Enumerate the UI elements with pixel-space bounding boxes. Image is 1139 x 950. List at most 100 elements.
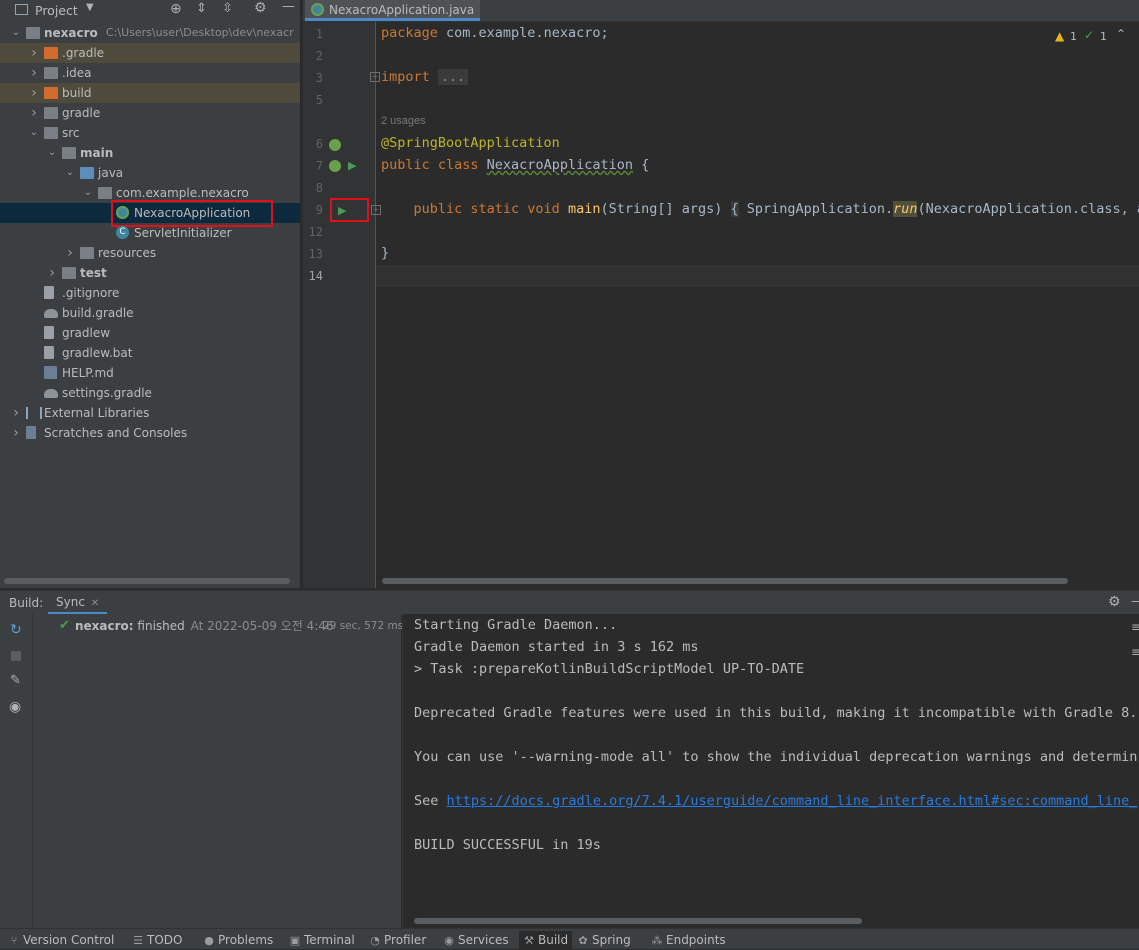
- editor-horizontal-scrollbar[interactable]: [382, 578, 1068, 584]
- tree-item[interactable]: › test: [0, 263, 300, 283]
- console-horizontal-scrollbar[interactable]: [414, 918, 862, 924]
- spring-bean-icon[interactable]: [329, 160, 341, 172]
- fold-brace[interactable]: {: [730, 201, 739, 217]
- expand-all-icon[interactable]: ⇕: [196, 1, 207, 16]
- warning-count: 1: [1070, 30, 1077, 43]
- eye-icon[interactable]: ◉: [9, 699, 21, 715]
- project-horizontal-scrollbar[interactable]: [4, 578, 290, 584]
- chevron-right-icon[interactable]: ›: [28, 83, 40, 103]
- chevron-right-icon[interactable]: ›: [28, 103, 40, 123]
- fold-icon[interactable]: +: [371, 205, 381, 215]
- tree-item[interactable]: › Scratches and Consoles: [0, 423, 300, 443]
- console-see-line: See https://docs.gradle.org/7.4.1/usergu…: [414, 793, 1137, 809]
- run-icon-highlight-box: [330, 198, 369, 222]
- chevron-right-icon[interactable]: ›: [28, 63, 40, 83]
- gear-icon[interactable]: ⚙: [254, 0, 267, 16]
- chevron-up-icon[interactable]: ⌃: [1116, 27, 1126, 41]
- tab-sync[interactable]: Sync ✕: [48, 591, 108, 615]
- rerun-icon[interactable]: ↻: [10, 622, 22, 638]
- chevron-right-icon[interactable]: ›: [28, 43, 40, 63]
- build-result: BUILD SUCCESSFUL in 19s: [414, 837, 601, 853]
- tool-window-profiler[interactable]: ◔ Profiler: [369, 931, 426, 949]
- tree-item[interactable]: ⌄ main: [0, 143, 300, 163]
- tool-window-version-control[interactable]: ⑂ Version Control: [8, 931, 115, 949]
- run-class-icon[interactable]: ▶: [348, 159, 356, 172]
- warning-icon[interactable]: ▲: [1055, 29, 1064, 43]
- import-fold[interactable]: ...: [437, 69, 469, 85]
- console-line: You can use '--warning-mode all' to show…: [414, 749, 1138, 765]
- source-folder-icon: [80, 167, 94, 179]
- docs-link[interactable]: https://docs.gradle.org/7.4.1/userguide/…: [447, 793, 1138, 809]
- spring-bean-icon[interactable]: [329, 139, 341, 151]
- code-line-13: }: [381, 245, 389, 261]
- tree-item-label: build: [62, 86, 92, 100]
- tool-window-problems[interactable]: ● Problems: [203, 931, 273, 949]
- minimize-icon[interactable]: —: [282, 0, 295, 14]
- chevron-right-icon[interactable]: ›: [10, 403, 22, 423]
- tree-item[interactable]: NexacroApplication: [0, 200, 300, 227]
- tool-window-todo[interactable]: ☰ TODO: [132, 931, 182, 949]
- minimize-icon[interactable]: —: [1131, 594, 1139, 609]
- close-icon[interactable]: ✕: [91, 598, 99, 609]
- dropdown-icon[interactable]: ▼: [86, 2, 94, 13]
- tab-nexacro-application[interactable]: NexacroApplication.java: [305, 0, 481, 21]
- tree-item-label: gradlew: [62, 326, 111, 340]
- tree-item[interactable]: › gradle: [0, 103, 300, 123]
- check-icon[interactable]: ✓: [1084, 28, 1094, 42]
- tree-item[interactable]: settings.gradle: [0, 383, 300, 403]
- chevron-down-icon[interactable]: ⌄: [64, 163, 76, 183]
- tree-item[interactable]: › External Libraries: [0, 403, 300, 423]
- tool-window-terminal[interactable]: ▣ Terminal: [289, 931, 355, 949]
- project-view-title[interactable]: Project: [35, 3, 78, 18]
- spring-icon: ✿: [578, 934, 588, 947]
- tree-item[interactable]: gradlew: [0, 323, 300, 343]
- tree-item[interactable]: C ServletInitializer: [0, 223, 300, 243]
- console-see-prefix: See: [414, 793, 447, 809]
- tree-item[interactable]: › .idea: [0, 63, 300, 83]
- code-editor[interactable]: [303, 22, 1139, 588]
- folder-icon: [44, 127, 58, 139]
- tree-item[interactable]: gradlew.bat: [0, 343, 300, 363]
- build-toolbar: ↻ ✎ ◉: [0, 614, 33, 928]
- build-panel-header: Build: Sync ✕ ⚙ —: [0, 590, 1139, 615]
- gradle-icon: [44, 309, 58, 318]
- tool-window-services[interactable]: ◉ Services: [443, 931, 508, 949]
- tree-item[interactable]: ⌄ src: [0, 123, 300, 143]
- chevron-down-icon[interactable]: ⌄: [82, 183, 94, 203]
- chevron-right-icon[interactable]: ›: [64, 243, 76, 263]
- tool-window-spring[interactable]: ✿ Spring: [577, 931, 630, 949]
- chevron-down-icon[interactable]: ⌄: [28, 123, 40, 143]
- chevron-down-icon[interactable]: ⌄: [46, 143, 58, 163]
- gradle-icon: [44, 389, 58, 398]
- pin-icon[interactable]: ✎: [10, 673, 21, 688]
- chevron-down-icon[interactable]: ⌄: [10, 23, 22, 43]
- target-icon[interactable]: ⊕: [170, 1, 182, 17]
- console-line: Gradle Daemon started in 3 s 162 ms: [414, 639, 699, 655]
- tree-item-label: gradlew.bat: [62, 346, 133, 360]
- stop-icon[interactable]: [11, 651, 21, 661]
- tool-window-build[interactable]: ⚒ Build: [519, 931, 573, 949]
- profiler-icon: ◔: [370, 934, 380, 947]
- package-icon: [98, 187, 112, 199]
- build-tree-item[interactable]: ✔ nexacro: finished At 2022-05-09 오전 4:4…: [33, 616, 403, 636]
- tree-item[interactable]: build.gradle: [0, 303, 300, 323]
- tree-item[interactable]: HELP.md: [0, 363, 300, 383]
- chevron-right-icon[interactable]: ›: [46, 263, 58, 283]
- tree-item[interactable]: › build: [0, 83, 300, 103]
- tree-item[interactable]: › resources: [0, 243, 300, 263]
- tree-item-label: main: [80, 146, 114, 160]
- scroll-to-end-icon[interactable]: ≡: [1131, 645, 1139, 659]
- collapse-all-icon[interactable]: ⇳: [222, 1, 233, 16]
- tree-item[interactable]: › .gradle: [0, 43, 300, 63]
- fold-icon[interactable]: +: [370, 72, 380, 82]
- keyword: package: [381, 25, 438, 41]
- tree-item[interactable]: ⌄ nexacro C:\Users\user\Desktop\dev\nexacr: [0, 23, 300, 43]
- tree-item[interactable]: .gitignore: [0, 283, 300, 303]
- gear-icon[interactable]: ⚙: [1108, 594, 1121, 610]
- soft-wrap-icon[interactable]: ≡: [1131, 620, 1139, 634]
- usages-hint[interactable]: 2 usages: [381, 115, 426, 127]
- tree-item[interactable]: ⌄ java: [0, 163, 300, 183]
- hammer-icon: ⚒: [524, 934, 534, 947]
- chevron-right-icon[interactable]: ›: [10, 423, 22, 443]
- tool-window-endpoints[interactable]: ⁂ Endpoints: [651, 931, 726, 949]
